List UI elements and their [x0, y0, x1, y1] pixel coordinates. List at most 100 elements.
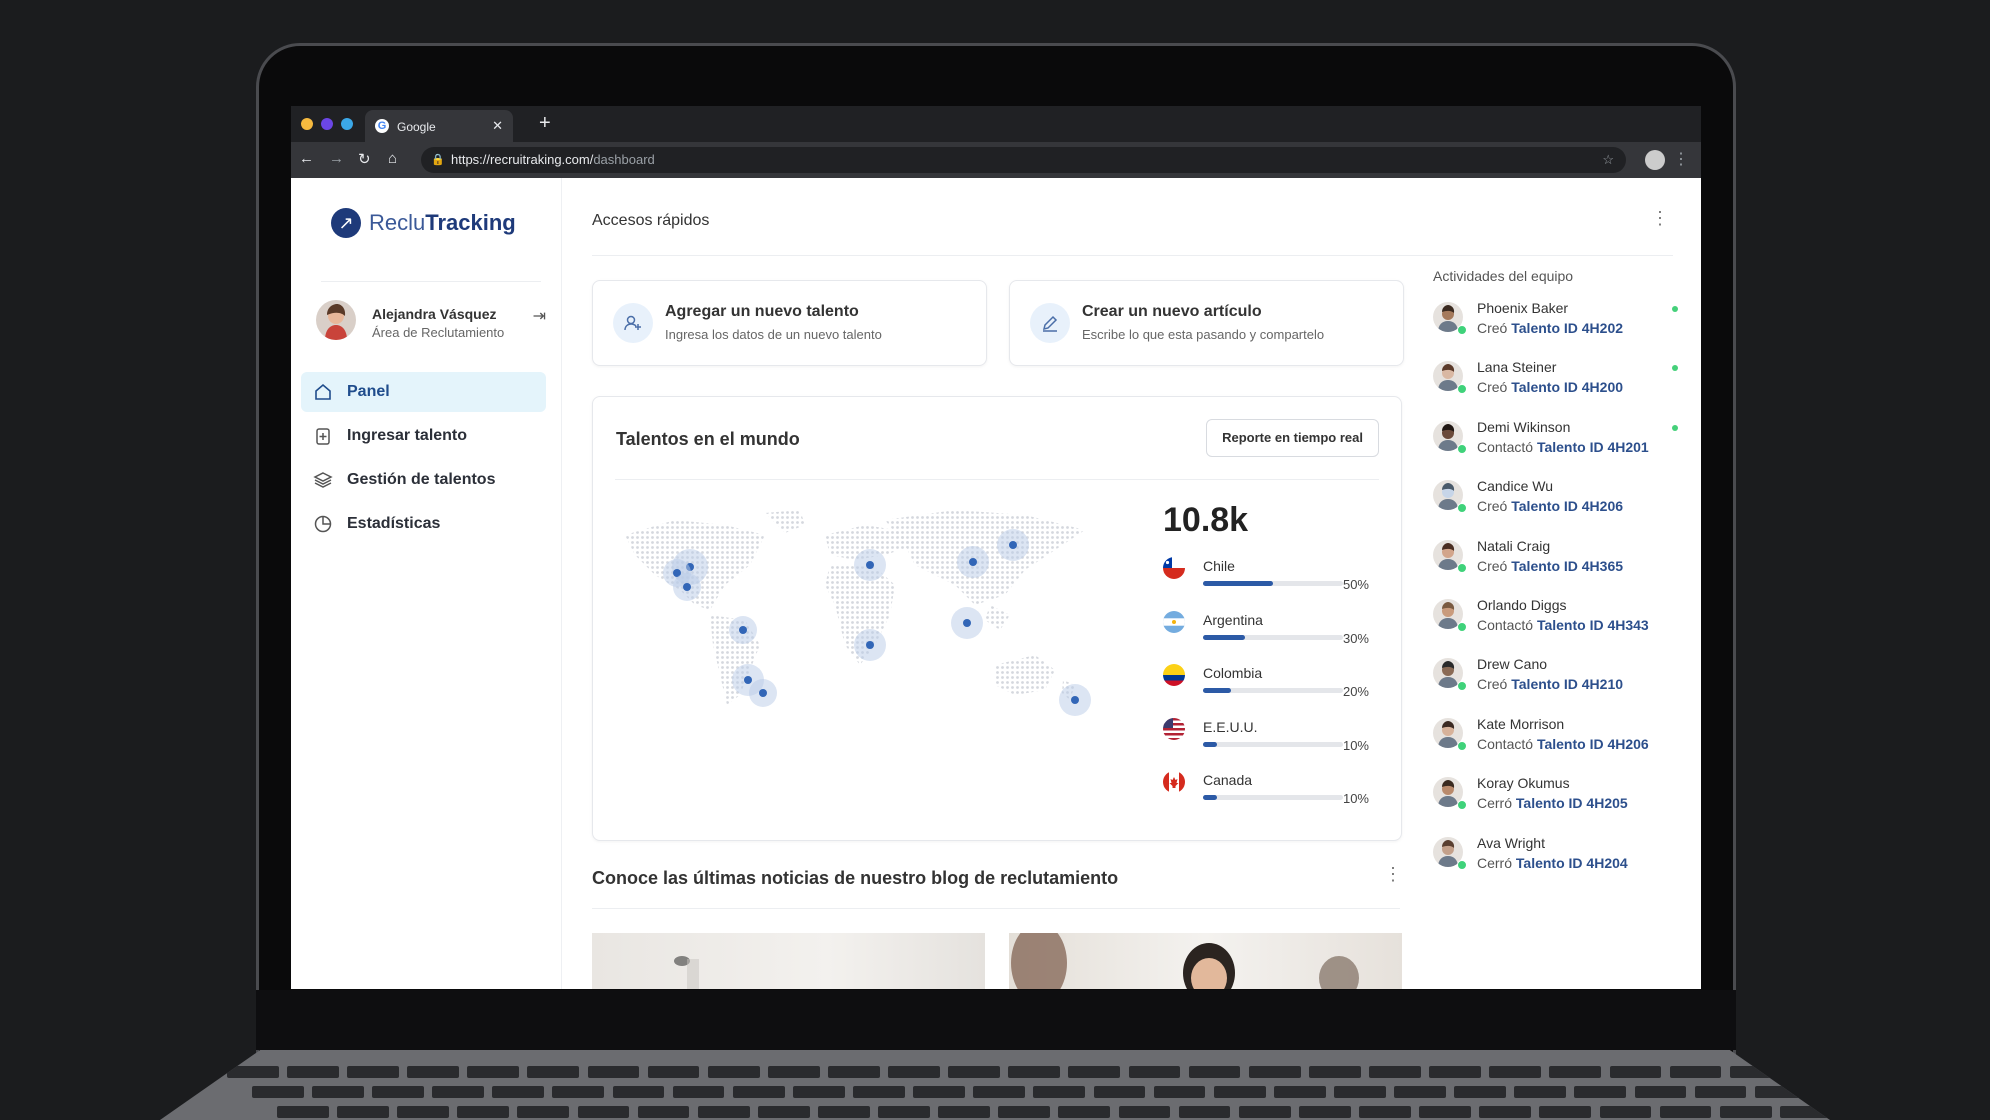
keyboard-key — [1213, 1086, 1266, 1098]
keyboard-key — [1659, 1106, 1712, 1118]
activity-talent-link[interactable]: Talento ID 4H206 — [1511, 498, 1623, 514]
logo-text-tracking: Tracking — [425, 210, 516, 235]
activity-action: Contactó — [1477, 735, 1534, 752]
activity-user-name: Kate Morrison — [1477, 715, 1565, 732]
activity-talent-link[interactable]: Talento ID 4H204 — [1516, 855, 1628, 871]
blog-post-image[interactable] — [1009, 933, 1402, 989]
sidebar-item-label: Gestión de talentos — [347, 471, 496, 488]
country-row: Colombia 20% — [1163, 664, 1383, 718]
browser-toolbar: ← → ↻ ⌂ 🔒 https://recruitraking.com/dash… — [291, 142, 1701, 178]
window-close-dot[interactable] — [341, 118, 353, 130]
keyboard-key — [1729, 1066, 1782, 1078]
home-icon — [315, 383, 331, 400]
online-status-dot — [1457, 562, 1467, 573]
activity-description: Creó Talento ID 4H200 — [1477, 379, 1623, 395]
logout-icon[interactable]: ⇥ — [533, 306, 546, 326]
country-name: Canada — [1203, 772, 1253, 788]
keyboard-key — [1008, 1066, 1061, 1078]
keyboard-key — [1093, 1086, 1146, 1098]
tab-close-icon[interactable]: ✕ — [492, 118, 503, 134]
usa-flag — [1163, 717, 1185, 740]
quick-action-create-article[interactable]: Crear un nuevo artículo Escribe lo que e… — [1009, 280, 1404, 366]
activity-item[interactable]: Demi Wikinson Contactó Talento ID 4H201 — [1433, 419, 1683, 480]
keyboard-key — [251, 1086, 304, 1098]
activity-item[interactable]: Drew Cano Creó Talento ID 4H210 — [1433, 656, 1683, 717]
keyboard-key — [817, 1106, 870, 1118]
activity-item[interactable]: Koray Okumus Cerró Talento ID 4H205 — [1433, 775, 1683, 836]
country-progress-track — [1203, 634, 1343, 640]
activity-talent-link[interactable]: Talento ID 4H206 — [1537, 736, 1649, 752]
blog-post-image[interactable] — [592, 933, 985, 989]
online-status-dot — [1457, 384, 1467, 395]
sidebar-item-ingresar-talento[interactable]: Ingresar talento — [301, 416, 546, 456]
country-name: Colombia — [1203, 665, 1263, 681]
keyboard-key — [552, 1086, 605, 1098]
sidebar-item-label: Estadísticas — [347, 515, 441, 532]
more-options-icon[interactable]: ⋮ — [1651, 208, 1669, 229]
user-avatar[interactable] — [316, 300, 356, 340]
keyboard-key — [1369, 1066, 1421, 1078]
browser-menu-icon[interactable]: ⋮ — [1673, 149, 1689, 169]
activity-description: Creó Talento ID 4H365 — [1477, 558, 1623, 574]
reload-icon[interactable]: ↻ — [358, 150, 371, 168]
keyboard-key — [1359, 1106, 1411, 1118]
activity-item[interactable]: Orlando Diggs Contactó Talento ID 4H343 — [1433, 597, 1683, 658]
keyboard-key — [1429, 1066, 1481, 1078]
activity-talent-link[interactable]: Talento ID 4H202 — [1511, 320, 1623, 336]
activity-talent-link[interactable]: Talento ID 4H205 — [1516, 795, 1628, 811]
keyboard-key — [1779, 1106, 1830, 1118]
bookmark-star-icon[interactable]: ☆ — [1602, 147, 1614, 173]
activity-item[interactable]: Ava Wright Cerró Talento ID 4H204 — [1433, 835, 1683, 896]
address-bar[interactable]: 🔒 https://recruitraking.com/dashboard ☆ — [421, 147, 1626, 173]
realtime-report-button[interactable]: Reporte en tiempo real — [1206, 419, 1379, 457]
keyboard-key — [1539, 1106, 1592, 1118]
activity-item[interactable]: Phoenix Baker Creó Talento ID 4H202 — [1433, 300, 1683, 361]
keyboard-key — [1334, 1086, 1386, 1098]
activity-talent-link[interactable]: Talento ID 4H365 — [1511, 558, 1623, 574]
keyboard-key — [1454, 1086, 1507, 1098]
country-row: Argentina 30% — [1163, 610, 1383, 665]
keyboard-key — [757, 1106, 810, 1118]
keyboard-key — [1549, 1066, 1602, 1078]
keyboard-key — [337, 1106, 389, 1118]
sidebar-item-estadisticas[interactable]: Estadísticas — [301, 504, 546, 544]
country-list: Chile 50% Argentina 30% Colombia 20% E.E… — [1163, 557, 1383, 825]
url-host: https://recruitraking.com/ — [451, 152, 594, 167]
activity-talent-link[interactable]: Talento ID 4H201 — [1537, 439, 1649, 455]
activity-item[interactable]: Kate Morrison Contactó Talento ID 4H206 — [1433, 715, 1683, 777]
blog-options-icon[interactable]: ⋮ — [1384, 864, 1402, 885]
browser-tabstrip: G Google ✕ + — [291, 106, 1701, 142]
sidebar-item-gestion-talentos[interactable]: Gestión de talentos — [301, 460, 546, 500]
activity-item[interactable]: Lana Steiner Creó Talento ID 4H200 — [1433, 359, 1683, 420]
keyboard-key — [276, 1106, 329, 1118]
activity-item[interactable]: Natali Craig Creó Talento ID 4H365 — [1433, 538, 1683, 599]
window-minimize-dot[interactable] — [301, 118, 313, 130]
activity-description: Contactó Talento ID 4H206 — [1477, 736, 1649, 752]
keyboard-key — [998, 1106, 1051, 1118]
activity-talent-link[interactable]: Talento ID 4H343 — [1537, 617, 1649, 633]
home-browser-icon[interactable]: ⌂ — [388, 150, 397, 167]
window-maximize-dot[interactable] — [321, 118, 333, 130]
keyboard-row — [160, 1106, 1830, 1120]
app-logo[interactable]: ↗ RecluTracking — [331, 208, 516, 238]
browser-tab[interactable]: G Google ✕ — [365, 110, 513, 142]
keyboard-key — [1479, 1106, 1532, 1118]
quick-access-title: Accesos rápidos — [592, 212, 710, 229]
activity-talent-link[interactable]: Talento ID 4H200 — [1511, 379, 1623, 395]
activity-user-name: Candice Wu — [1477, 478, 1554, 495]
activity-item[interactable]: Candice Wu Creó Talento ID 4H206 — [1433, 478, 1683, 539]
activity-talent-link[interactable]: Talento ID 4H210 — [1511, 676, 1623, 692]
activity-action: Contactó — [1477, 438, 1534, 455]
quick-action-add-talent[interactable]: Agregar un nuevo talento Ingresa los dat… — [592, 280, 987, 366]
logo-text-reclu: Reclu — [369, 210, 426, 235]
keyboard-key — [1694, 1086, 1747, 1098]
browser-profile-avatar[interactable] — [1645, 150, 1665, 170]
activity-description: Cerró Talento ID 4H205 — [1477, 795, 1628, 811]
new-tab-icon[interactable]: + — [539, 112, 551, 135]
activity-action: Creó — [1477, 379, 1508, 396]
google-icon: G — [375, 119, 389, 133]
back-icon[interactable]: ← — [299, 150, 314, 167]
keyboard-key — [913, 1086, 965, 1098]
forward-icon[interactable]: → — [329, 150, 344, 167]
sidebar-item-panel[interactable]: Panel — [301, 372, 546, 412]
